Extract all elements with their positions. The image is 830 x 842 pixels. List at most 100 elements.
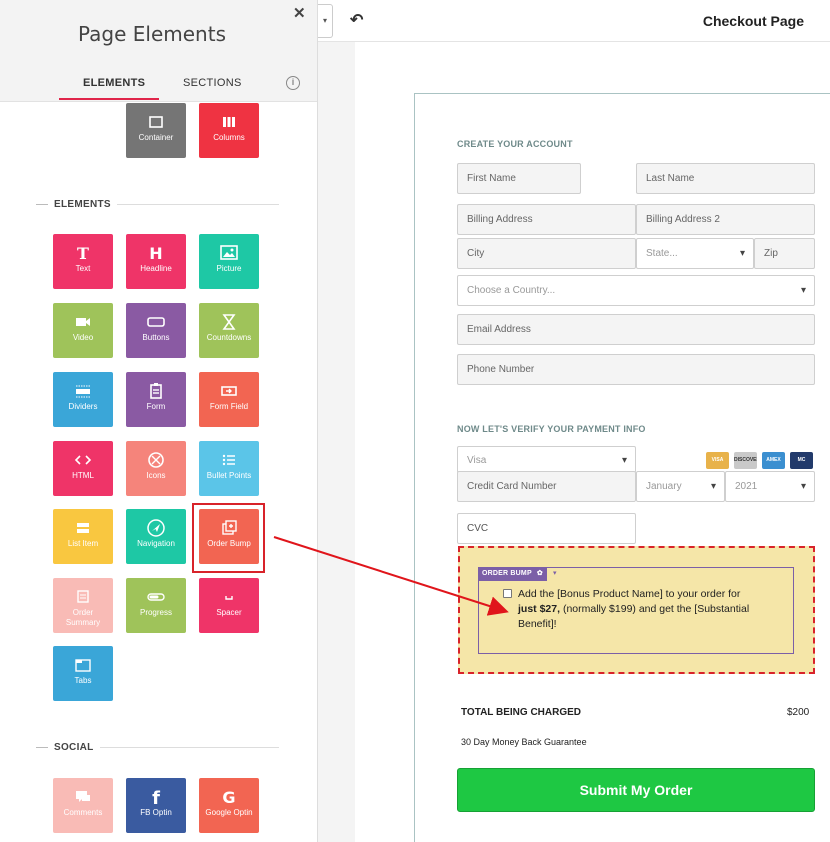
billing-address-field[interactable]: Billing Address <box>457 204 636 235</box>
svg-text:H: H <box>149 244 162 263</box>
city-field[interactable]: City <box>457 238 636 269</box>
tile-label: Countdowns <box>206 333 252 342</box>
headline-icon: H <box>126 234 186 264</box>
tile-label: Picture <box>216 264 242 273</box>
cvc-field[interactable]: CVC <box>457 513 636 544</box>
tile-container[interactable]: Container <box>126 103 186 158</box>
tile-label: List Item <box>67 539 99 548</box>
code-icon <box>53 441 113 471</box>
tile-buttons[interactable]: Buttons <box>126 303 186 358</box>
country-select[interactable]: Choose a Country... <box>457 275 815 306</box>
tile-bullet-points[interactable]: Bullet Points <box>199 441 259 496</box>
first-name-field[interactable]: First Name <box>457 163 581 194</box>
tile-label: Video <box>72 333 94 342</box>
tile-section[interactable]: Section <box>53 103 113 158</box>
tile-label: Icons <box>146 471 166 480</box>
form-icon <box>126 372 186 402</box>
bullet-list-icon <box>199 441 259 471</box>
tile-icons[interactable]: Icons <box>126 441 186 496</box>
spacer-icon <box>199 578 259 608</box>
tab-sections[interactable]: SECTIONS <box>183 77 242 89</box>
tile-label: Progress <box>139 608 172 617</box>
social-heading: SOCIAL <box>36 742 279 753</box>
tile-label: Headline <box>140 264 172 273</box>
svg-text:f: f <box>152 788 160 807</box>
card-type-select[interactable]: Visa <box>457 446 636 474</box>
tile-label: Spacer <box>216 608 242 617</box>
tile-fb-optin[interactable]: f FB Optin <box>126 778 186 833</box>
tile-text[interactable]: T Text <box>53 234 113 289</box>
discover-icon: DISCOVER <box>734 452 757 469</box>
tile-comments[interactable]: Comments <box>53 778 113 833</box>
tile-headline[interactable]: H Headline <box>126 234 186 289</box>
tile-video[interactable]: Video <box>53 303 113 358</box>
tile-countdowns[interactable]: Countdowns <box>199 303 259 358</box>
tile-navigation[interactable]: Navigation <box>126 509 186 564</box>
phone-field[interactable]: Phone Number <box>457 354 815 385</box>
submit-order-button[interactable]: Submit My Order <box>457 768 815 812</box>
active-tab-indicator <box>59 98 159 100</box>
expiry-month-select[interactable]: January <box>636 471 725 502</box>
card-number-field[interactable]: Credit Card Number <box>457 471 636 502</box>
chevron-down-icon[interactable]: ▾ <box>553 567 557 581</box>
tile-label: Text <box>75 264 91 273</box>
order-bump-checkbox[interactable] <box>503 589 512 598</box>
chevron-down-icon[interactable]: ▾ <box>318 4 333 38</box>
last-name-field[interactable]: Last Name <box>636 163 815 194</box>
order-bump-highlight <box>192 503 265 573</box>
state-select[interactable]: State... <box>636 238 754 269</box>
buttons-icon <box>126 303 186 333</box>
tile-picture[interactable]: Picture <box>199 234 259 289</box>
tile-list-item[interactable]: List Item <box>53 509 113 564</box>
tile-label: Google Optin <box>205 808 253 817</box>
container-icon <box>126 103 186 133</box>
icons-icon <box>126 441 186 471</box>
svg-text:T: T <box>77 244 89 263</box>
account-heading: CREATE YOUR ACCOUNT <box>457 139 573 149</box>
tile-label: Columns <box>213 133 245 142</box>
tab-elements[interactable]: ELEMENTS <box>83 77 145 89</box>
navigation-icon <box>126 509 186 539</box>
picture-icon <box>199 234 259 264</box>
payment-heading: NOW LET'S VERIFY YOUR PAYMENT INFO <box>457 424 646 434</box>
tile-tabs[interactable]: Tabs <box>53 646 113 701</box>
dividers-icon <box>53 372 113 402</box>
panel-header: Page Elements ✕ ELEMENTS SECTIONS i <box>0 0 317 102</box>
order-bump-tag[interactable]: ORDER BUMP ✿ <box>478 567 547 581</box>
info-icon[interactable]: i <box>286 76 300 90</box>
page-elements-panel: Page Elements ✕ ELEMENTS SECTIONS i Sect… <box>0 0 318 842</box>
mastercard-icon: MC <box>790 452 813 469</box>
tile-label: Section <box>69 133 97 142</box>
tile-html[interactable]: HTML <box>53 441 113 496</box>
svg-text:G: G <box>222 788 235 807</box>
order-bump-tag-label: ORDER BUMP <box>482 570 532 577</box>
tile-google-optin[interactable]: G Google Optin <box>199 778 259 833</box>
tile-label: Order Summary <box>65 608 101 627</box>
google-icon: G <box>199 778 259 808</box>
tile-label: Comments <box>63 808 103 817</box>
columns-icon <box>199 103 259 133</box>
tile-label: Navigation <box>137 539 175 548</box>
tile-label: HTML <box>72 471 94 480</box>
tile-progress[interactable]: Progress <box>126 578 186 633</box>
email-field[interactable]: Email Address <box>457 314 815 345</box>
tile-order-summary[interactable]: Order Summary <box>53 578 113 633</box>
order-summary-icon <box>53 578 113 608</box>
gear-icon[interactable]: ✿ <box>537 570 543 577</box>
form-field-icon <box>199 372 259 402</box>
panel-title: Page Elements <box>78 22 226 46</box>
tabs-icon <box>53 646 113 676</box>
tile-form-field[interactable]: Form Field <box>199 372 259 427</box>
expiry-year-select[interactable]: 2021 <box>725 471 815 502</box>
zip-field[interactable]: Zip <box>754 238 815 269</box>
close-icon[interactable]: ✕ <box>293 4 306 22</box>
tile-dividers[interactable]: Dividers <box>53 372 113 427</box>
undo-icon[interactable]: ↶ <box>350 10 363 30</box>
tile-columns[interactable]: Columns <box>199 103 259 158</box>
tile-form[interactable]: Form <box>126 372 186 427</box>
billing-address-2-field[interactable]: Billing Address 2 <box>636 204 815 235</box>
editor-toolbar: ▾ ↶ Checkout Page <box>318 0 830 42</box>
total-value: $200 <box>787 707 810 718</box>
visa-icon: VISA <box>706 452 729 469</box>
tile-spacer[interactable]: Spacer <box>199 578 259 633</box>
